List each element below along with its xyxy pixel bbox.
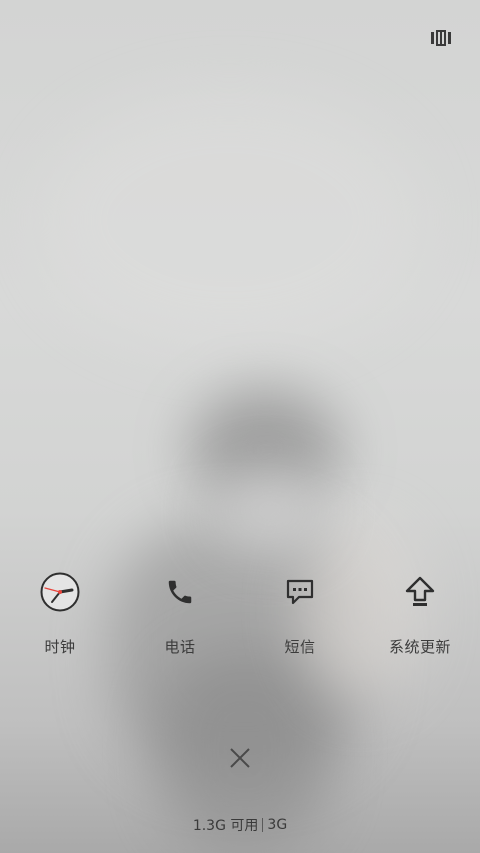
network-type-text: 3G [267,817,288,833]
close-icon [230,748,250,768]
divider [262,818,264,832]
app-label: 电话 [164,638,196,656]
app-label: 时钟 [44,638,76,656]
phone-icon [156,568,204,616]
message-icon [276,568,324,616]
recent-apps-screen: 时钟 电话 短信 系统更新 1.3G 可用 3G [0,0,480,853]
clock-icon [36,568,84,616]
app-clock[interactable]: 时钟 [0,568,120,668]
recents-grid-icon [431,30,451,46]
clear-all-button[interactable] [222,740,258,776]
memory-status: 1.3G 可用 3G [0,815,480,835]
app-label: 系统更新 [388,638,451,656]
upload-arrow-icon [396,568,444,616]
app-label: 短信 [284,638,316,656]
app-messages[interactable]: 短信 [240,568,360,668]
wallpaper-blur-shape [40,90,420,350]
app-system-update[interactable]: 系统更新 [360,568,480,668]
memory-available-text: 1.3G 可用 [192,818,259,834]
wallpaper-blur-shape [215,470,325,550]
app-phone[interactable]: 电话 [120,568,240,668]
recents-view-button[interactable] [426,24,456,52]
